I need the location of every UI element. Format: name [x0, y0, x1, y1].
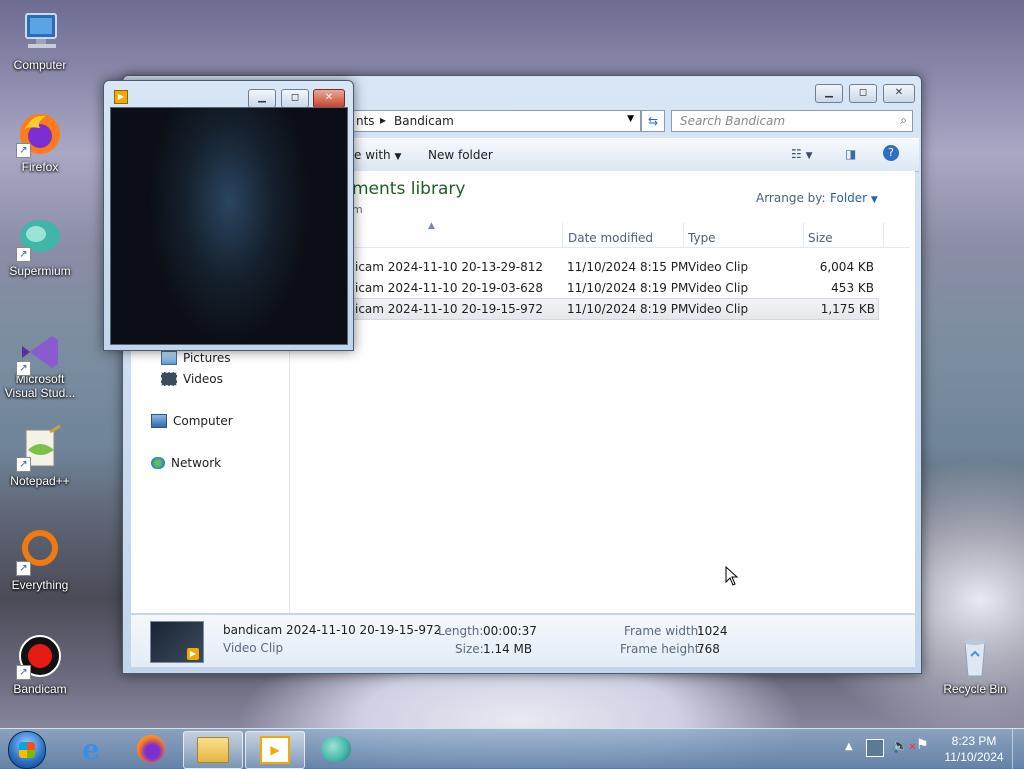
search-box[interactable]: Search Bandicam ⌕ — [671, 110, 913, 132]
supermium-icon — [321, 736, 351, 762]
share-with-button[interactable]: e with ▼ — [354, 148, 401, 162]
player-minimize-button[interactable]: ▁ — [248, 89, 276, 108]
view-options-icon[interactable]: ☷ ▼ — [791, 147, 813, 161]
media-player-app-icon: ▶ — [114, 90, 128, 104]
shortcut-arrow-icon: ↗ — [16, 561, 31, 576]
refresh-button[interactable]: ⇆ — [641, 110, 665, 132]
internet-explorer-icon: e — [82, 732, 100, 766]
nav-computer[interactable]: Computer — [151, 414, 233, 428]
nav-videos[interactable]: Videos — [161, 372, 223, 386]
desktop-icon-bandicam[interactable]: ↗ Bandicam — [0, 632, 80, 696]
mouse-cursor-icon — [725, 566, 739, 586]
help-icon[interactable]: ? — [883, 145, 899, 161]
desktop-icon-everything[interactable]: ↗ Everything — [0, 528, 80, 592]
close-button[interactable]: ✕ — [883, 84, 915, 103]
breadcrumb-current[interactable]: Bandicam — [394, 114, 454, 128]
firefox-icon: ↗ — [16, 110, 64, 158]
show-desktop-button[interactable] — [1012, 729, 1024, 769]
details-filename: bandicam 2024-11-10 20-19-15-972 — [223, 623, 442, 637]
folder-icon — [197, 737, 229, 763]
computer-icon — [16, 8, 64, 56]
minimize-button[interactable]: ▁ — [815, 84, 843, 103]
show-hidden-icons-button[interactable]: ▲ — [845, 741, 853, 752]
arrange-by-dropdown[interactable]: Folder ▼ — [830, 191, 878, 205]
recycle-bin-icon — [951, 632, 999, 680]
details-length: 00:00:37 — [483, 624, 537, 638]
file-row[interactable]: icam 2024-11-10 20-19-03-628 11/10/2024 … — [349, 278, 877, 298]
clock-time: 8:23 PM — [951, 734, 997, 748]
maximize-button[interactable]: ◻ — [849, 84, 877, 103]
play-badge-icon: ▶ — [187, 648, 199, 660]
details-size: 1.14 MB — [483, 642, 533, 656]
shortcut-arrow-icon: ↗ — [16, 143, 31, 158]
new-folder-button[interactable]: New folder — [428, 148, 493, 162]
media-player-icon: ▶ — [260, 736, 290, 764]
details-filetype: Video Clip — [223, 641, 284, 655]
computer-icon — [151, 414, 167, 428]
desktop-icon-computer[interactable]: Computer — [0, 8, 80, 72]
taskbar-explorer-button[interactable] — [183, 731, 243, 769]
file-row-selected[interactable]: icam 2024-11-10 20-19-15-972 11/10/2024 … — [349, 298, 879, 320]
taskbar-ie-button[interactable]: e — [62, 731, 120, 767]
breadcrumb-separator-icon: ▸ — [380, 113, 387, 127]
column-type[interactable]: Type — [688, 231, 716, 245]
volume-muted-icon[interactable]: 🔈✕ — [892, 739, 917, 754]
everything-icon: ↗ — [16, 528, 64, 576]
file-row[interactable]: icam 2024-11-10 20-13-29-812 11/10/2024 … — [349, 257, 877, 277]
column-date-modified[interactable]: Date modified — [568, 231, 653, 245]
video-thumbnail: ▶ — [150, 621, 204, 663]
desktop-icon-recycle-bin[interactable]: Recycle Bin — [935, 632, 1015, 696]
shortcut-arrow-icon: ↗ — [16, 665, 31, 680]
shortcut-arrow-icon: ↗ — [16, 247, 31, 262]
network-icon — [151, 457, 165, 469]
address-bar[interactable]: nts ▸ Bandicam ▼ — [351, 110, 641, 132]
action-center-flag-icon[interactable]: ⚑ — [916, 737, 929, 753]
clock[interactable]: 8:23 PM 11/10/2024 — [940, 733, 1008, 765]
desktop-icon-firefox[interactable]: ↗ Firefox — [0, 110, 80, 174]
taskbar-firefox-button[interactable] — [122, 731, 180, 767]
details-pane: ▶ bandicam 2024-11-10 20-19-15-972 Video… — [131, 614, 915, 667]
search-icon[interactable]: ⌕ — [900, 113, 907, 128]
nav-network[interactable]: Network — [151, 456, 221, 470]
clock-date: 11/10/2024 — [944, 750, 1004, 764]
shortcut-arrow-icon: ↗ — [16, 457, 31, 472]
media-player-window: ▶ ▁ ◻ ✕ — [103, 80, 354, 351]
details-frame-height: 768 — [697, 642, 720, 656]
video-surface[interactable] — [110, 107, 348, 345]
desktop-icon-visual-studio[interactable]: ↗ Microsoft Visual Stud... — [0, 328, 80, 400]
arrange-by-label: Arrange by: — [756, 191, 826, 205]
pictures-icon — [161, 351, 177, 365]
nav-pictures[interactable]: Pictures — [161, 351, 231, 365]
desktop-icon-notepadpp[interactable]: ↗ Notepad++ — [0, 424, 80, 488]
taskbar-media-player-button[interactable]: ▶ — [245, 731, 305, 769]
network-tray-icon[interactable] — [866, 739, 884, 757]
taskbar-supermium-button[interactable] — [307, 731, 365, 767]
visual-studio-icon: ↗ — [16, 328, 64, 376]
address-dropdown-icon[interactable]: ▼ — [627, 114, 634, 124]
column-size[interactable]: Size — [808, 231, 833, 245]
taskbar: e ▶ ▲ 🔈✕ ⚑ 8:23 PM 11/10/2024 — [0, 728, 1024, 769]
player-close-button[interactable]: ✕ — [313, 89, 345, 108]
start-button[interactable] — [8, 731, 46, 769]
details-frame-width: 1024 — [697, 624, 728, 638]
windows-logo-icon — [19, 742, 35, 758]
videos-icon — [161, 372, 177, 386]
preview-pane-icon[interactable]: ◨ — [845, 147, 856, 161]
sort-arrow-icon: ▲ — [428, 221, 435, 231]
firefox-icon — [137, 735, 165, 763]
supermium-icon: ↗ — [16, 214, 64, 262]
shortcut-arrow-icon: ↗ — [16, 361, 31, 376]
desktop-icon-supermium[interactable]: ↗ Supermium — [0, 214, 80, 278]
notepadpp-icon: ↗ — [16, 424, 64, 472]
library-title: ments library — [352, 179, 466, 199]
bandicam-icon: ↗ — [16, 632, 64, 680]
player-maximize-button[interactable]: ◻ — [281, 89, 309, 108]
